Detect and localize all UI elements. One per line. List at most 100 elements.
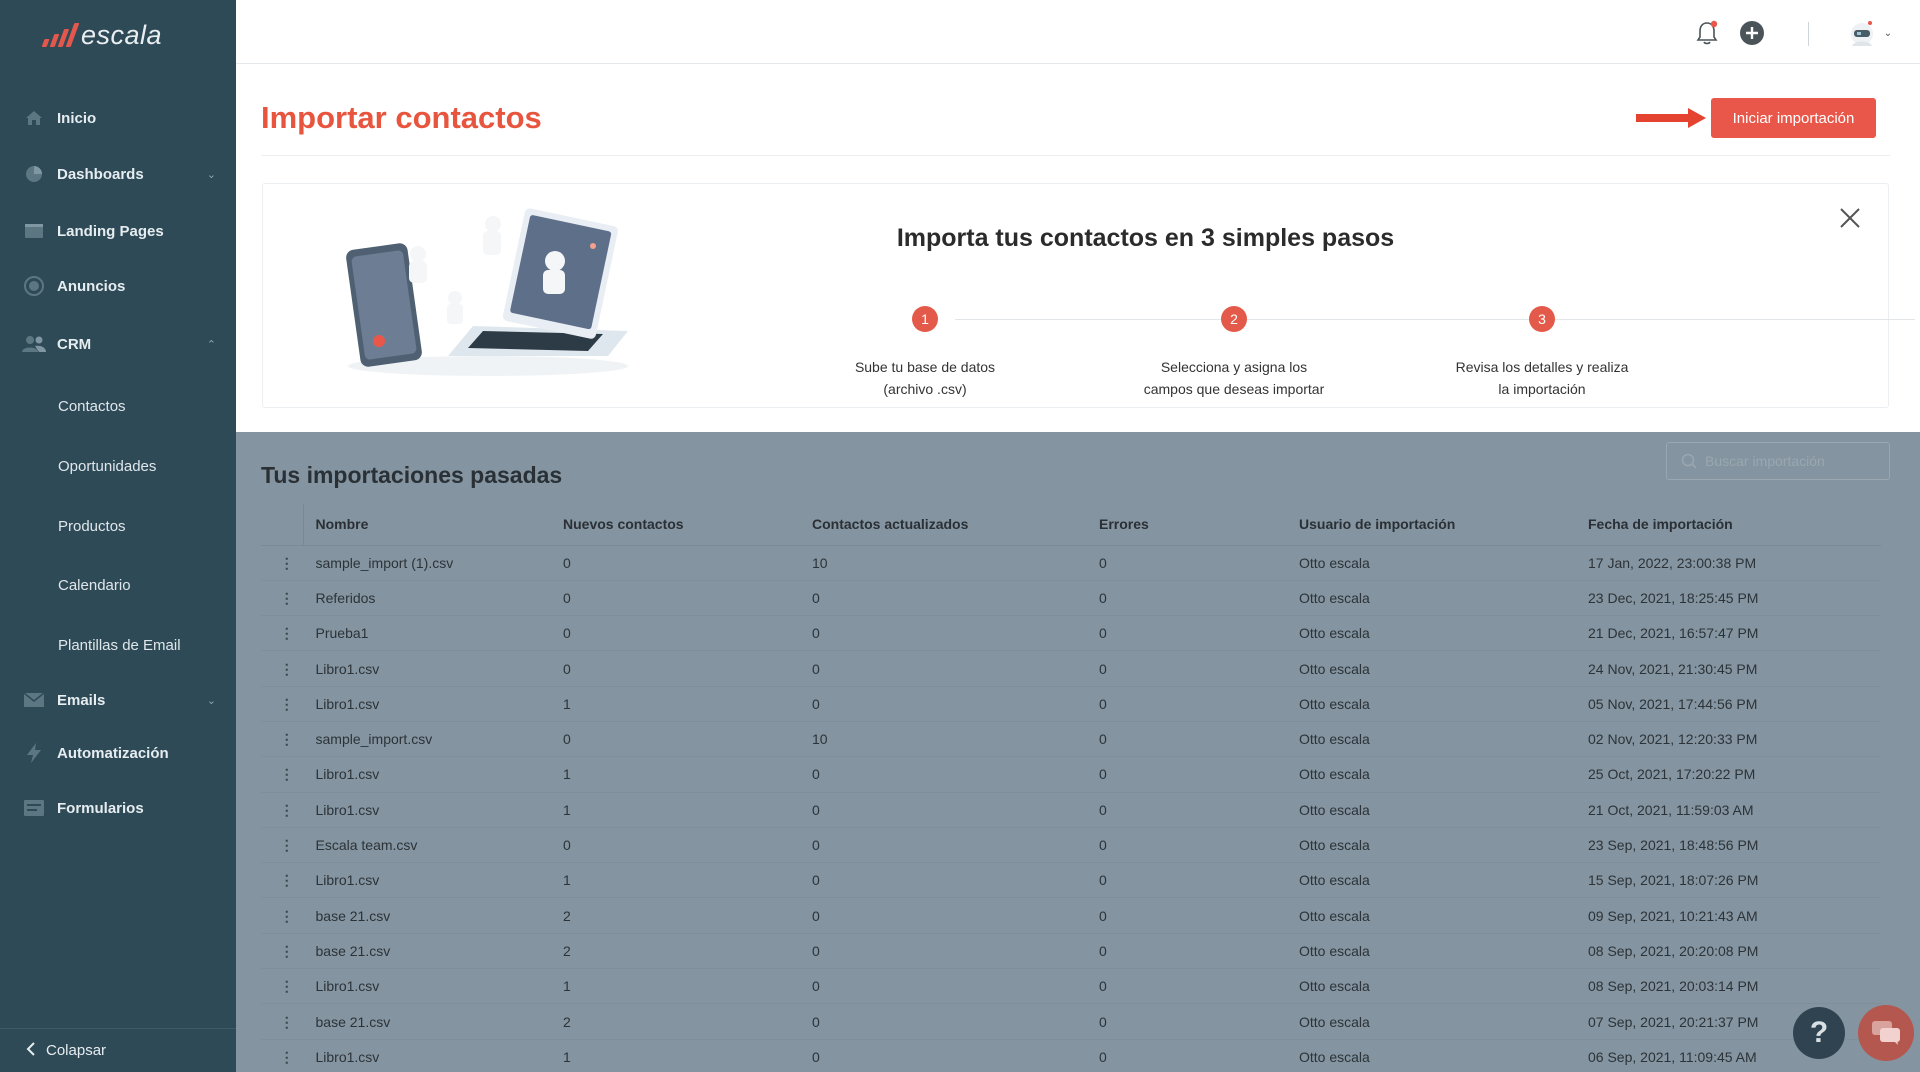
sidebar-subitem-oportunidades[interactable]: Oportunidades xyxy=(58,458,156,475)
table-row[interactable]: ⋮ base 21.csv 2 0 0 Otto escala 09 Sep, 2021, … xyxy=(261,897,1881,934)
kebab-menu-icon[interactable]: ⋮ xyxy=(280,944,294,958)
column-header-nuevos-contactos[interactable]: Nuevos contactos xyxy=(563,504,812,546)
row-actions-menu[interactable]: ⋮ xyxy=(261,721,303,758)
header-divider xyxy=(261,155,1890,156)
row-actions-menu[interactable]: ⋮ xyxy=(261,1003,303,1040)
table-row[interactable]: ⋮ base 21.csv 2 0 0 Otto escala 07 Sep, 2021, … xyxy=(261,1003,1881,1040)
step-description: Revisa los detalles y realiza la importa… xyxy=(1432,356,1652,400)
kebab-menu-icon[interactable]: ⋮ xyxy=(280,662,294,676)
kebab-menu-icon[interactable]: ⋮ xyxy=(280,838,294,852)
row-actions-menu[interactable]: ⋮ xyxy=(261,686,303,722)
sidebar-item-crm[interactable]: CRM ⌃ xyxy=(0,332,236,356)
sidebar-item-inicio[interactable]: Inicio xyxy=(0,106,236,130)
step-line: Sube tu base de datos xyxy=(854,359,996,375)
kebab-menu-icon[interactable]: ⋮ xyxy=(280,909,294,923)
start-import-button[interactable]: Iniciar importación xyxy=(1711,98,1876,138)
sidebar-item-dashboards[interactable]: Dashboards ⌄ xyxy=(0,162,236,186)
sidebar-item-automatizacion[interactable]: Automatización xyxy=(0,741,236,765)
notifications-bell-icon[interactable] xyxy=(1694,20,1720,46)
cell-nuevos-contactos: 1 xyxy=(563,1039,812,1072)
row-actions-menu[interactable]: ⋮ xyxy=(261,933,303,970)
sidebar-subitem-productos[interactable]: Productos xyxy=(58,518,126,535)
row-actions-menu[interactable]: ⋮ xyxy=(261,968,303,1005)
kebab-menu-icon[interactable]: ⋮ xyxy=(280,803,294,817)
sidebar-item-label: Emails xyxy=(57,691,106,709)
table-row[interactable]: ⋮ sample_import.csv 0 10 0 Otto escala 02 Nov,… xyxy=(261,721,1881,758)
sidebar-subitem-contactos[interactable]: Contactos xyxy=(58,398,126,415)
row-actions-menu[interactable]: ⋮ xyxy=(261,1039,303,1072)
table-row[interactable]: ⋮ Libro1.csv 1 0 0 Otto escala 08 Sep, 2021, 2… xyxy=(261,968,1881,1005)
kebab-menu-icon[interactable]: ⋮ xyxy=(280,732,294,746)
add-circle-icon[interactable] xyxy=(1739,20,1765,46)
user-avatar-menu[interactable]: ⌄ xyxy=(1846,20,1894,46)
table-row[interactable]: ⋮ base 21.csv 2 0 0 Otto escala 08 Sep, 2021, … xyxy=(261,933,1881,970)
table-row[interactable]: ⋮ Libro1.csv 1 0 0 Otto escala 25 Oct, 2021, 1… xyxy=(261,756,1881,793)
table-row[interactable]: ⋮ Referidos 0 0 0 Otto escala 23 Dec, 2021, 18… xyxy=(261,580,1881,617)
cell-nombre: Escala team.csv xyxy=(303,827,563,864)
kebab-menu-icon[interactable]: ⋮ xyxy=(280,979,294,993)
cell-nuevos-contactos: 1 xyxy=(563,756,812,793)
column-header-contactos-actualizados[interactable]: Contactos actualizados xyxy=(812,504,1099,546)
table-row[interactable]: ⋮ sample_import (1).csv 0 10 0 Otto escala 17 … xyxy=(261,545,1881,581)
cell-fecha: 21 Oct, 2021, 11:59:03 AM xyxy=(1588,792,1881,828)
browser-window-icon xyxy=(22,219,46,243)
cell-contactos-actualizados: 0 xyxy=(812,615,1099,652)
row-actions-menu[interactable]: ⋮ xyxy=(261,897,303,934)
row-actions-menu[interactable]: ⋮ xyxy=(261,615,303,652)
escala-logo[interactable]: escala xyxy=(0,0,236,70)
logo-bars-icon xyxy=(41,23,80,47)
cell-usuario: Otto escala xyxy=(1299,756,1588,793)
table-row[interactable]: ⋮ Libro1.csv 1 0 0 Otto escala 21 Oct, 2021, 1… xyxy=(261,792,1881,828)
cell-contactos-actualizados: 10 xyxy=(812,721,1099,758)
row-actions-menu[interactable]: ⋮ xyxy=(261,545,303,581)
sidebar-item-anuncios[interactable]: Anuncios xyxy=(0,274,236,298)
row-actions-menu[interactable]: ⋮ xyxy=(261,756,303,793)
table-row[interactable]: ⋮ Libro1.csv 1 0 0 Otto escala 15 Sep, 2021, 1… xyxy=(261,862,1881,899)
row-actions-menu[interactable]: ⋮ xyxy=(261,650,303,687)
table-row[interactable]: ⋮ Prueba1 0 0 0 Otto escala 21 Dec, 2021, 16:5… xyxy=(261,615,1881,652)
help-button[interactable]: ? xyxy=(1793,1007,1845,1059)
table-row[interactable]: ⋮ Escala team.csv 0 0 0 Otto escala 23 Sep, 20… xyxy=(261,827,1881,864)
cell-usuario: Otto escala xyxy=(1299,721,1588,758)
row-actions-menu[interactable]: ⋮ xyxy=(261,792,303,828)
sidebar-item-emails[interactable]: Emails ⌄ xyxy=(0,688,236,712)
sidebar-subitem-calendario[interactable]: Calendario xyxy=(58,577,131,594)
chevron-down-icon: ⌄ xyxy=(1883,27,1893,39)
search-input[interactable] xyxy=(1705,453,1875,469)
collapse-sidebar-button[interactable]: Colapsar xyxy=(0,1028,236,1072)
column-header-nombre[interactable]: Nombre xyxy=(303,504,563,546)
row-actions-menu[interactable]: ⋮ xyxy=(261,827,303,864)
table-row[interactable]: ⋮ Libro1.csv 1 0 0 Otto escala 06 Sep, 2021, 1… xyxy=(261,1039,1881,1072)
topbar-divider xyxy=(1808,22,1809,46)
cell-errores: 0 xyxy=(1099,1039,1299,1072)
sidebar-item-landing-pages[interactable]: Landing Pages xyxy=(0,219,236,243)
kebab-menu-icon[interactable]: ⋮ xyxy=(280,767,294,781)
search-box[interactable] xyxy=(1666,442,1890,480)
kebab-menu-icon[interactable]: ⋮ xyxy=(280,591,294,605)
cell-fecha: 02 Nov, 2021, 12:20:33 PM xyxy=(1588,721,1881,758)
imports-table: Nombre Nuevos contactos Contactos actual… xyxy=(261,504,1881,1072)
column-header-usuario[interactable]: Usuario de importación xyxy=(1299,504,1588,546)
kebab-menu-icon[interactable]: ⋮ xyxy=(280,1050,294,1064)
row-actions-menu[interactable]: ⋮ xyxy=(261,862,303,899)
kebab-menu-icon[interactable]: ⋮ xyxy=(280,697,294,711)
step-line: (archivo .csv) xyxy=(883,381,967,397)
cell-nuevos-contactos: 1 xyxy=(563,792,812,828)
kebab-menu-icon[interactable]: ⋮ xyxy=(280,626,294,640)
chat-button[interactable] xyxy=(1858,1005,1914,1061)
sidebar-item-formularios[interactable]: Formularios xyxy=(0,796,236,820)
table-row[interactable]: ⋮ Libro1.csv 0 0 0 Otto escala 24 Nov, 2021, 2… xyxy=(261,650,1881,687)
kebab-menu-icon[interactable]: ⋮ xyxy=(280,873,294,887)
cell-nombre: sample_import.csv xyxy=(303,721,563,758)
row-actions-menu[interactable]: ⋮ xyxy=(261,580,303,617)
table-row[interactable]: ⋮ Libro1.csv 1 0 0 Otto escala 05 Nov, 2021, 1… xyxy=(261,686,1881,722)
chevron-up-icon: ⌃ xyxy=(206,338,216,351)
kebab-menu-icon[interactable]: ⋮ xyxy=(280,1015,294,1029)
sidebar-subitem-plantillas-de-email[interactable]: Plantillas de Email xyxy=(58,637,181,654)
sidebar-item-label: Landing Pages xyxy=(57,222,164,240)
kebab-menu-icon[interactable]: ⋮ xyxy=(280,556,294,570)
column-header-errores[interactable]: Errores xyxy=(1099,504,1299,546)
cell-nuevos-contactos: 0 xyxy=(563,580,812,617)
column-header-fecha[interactable]: Fecha de importación xyxy=(1588,504,1881,546)
close-icon[interactable] xyxy=(1838,206,1862,230)
